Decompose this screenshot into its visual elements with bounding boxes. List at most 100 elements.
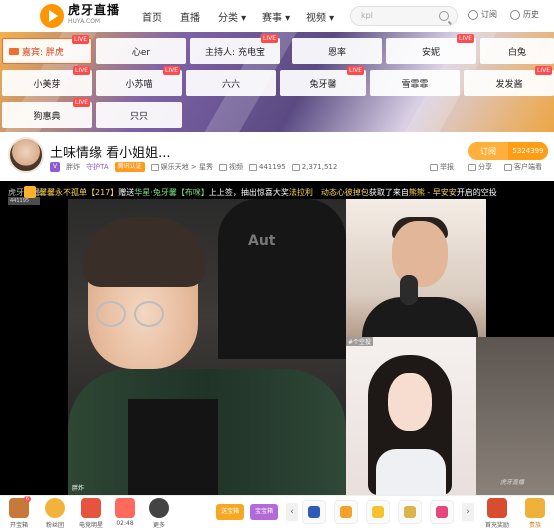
- gift-scroll-right[interactable]: ›: [462, 503, 474, 521]
- ticker-text: 华星·兔牙馨【布咪】: [134, 187, 209, 197]
- timer-label: 02:48: [116, 520, 134, 527]
- room-id-value: 441195: [258, 163, 286, 171]
- ticker-text: 上上签，抽出惊喜大奖: [208, 187, 289, 197]
- search-icon[interactable]: [439, 11, 449, 21]
- subscribe-button[interactable]: 订阅 5324399: [468, 142, 548, 160]
- category-link[interactable]: 娱乐天地 > 星秀: [150, 162, 213, 172]
- report-icon: [430, 163, 438, 171]
- channel-banner: 嘉宾: 胖虎 LIVE 心er 主持人: 充电宝 LIVE 恩率 安妮 LIVE…: [0, 32, 554, 132]
- promo-pill-1[interactable]: 送宝箱: [216, 504, 244, 520]
- ticker-text: 获取了来自: [368, 187, 409, 197]
- subscribe-button-label: 订阅: [480, 146, 496, 156]
- chip-anni[interactable]: 安妮 LIVE: [386, 34, 476, 64]
- chip-zhizhi[interactable]: 只只: [96, 102, 182, 128]
- chip-enlv[interactable]: 恩率: [292, 38, 382, 64]
- treasure-label: 开宝箱: [9, 522, 28, 529]
- guest-face: [388, 373, 432, 431]
- promo-pill-2[interactable]: 宝宝箱: [250, 504, 278, 520]
- more-button[interactable]: 更多: [144, 498, 174, 529]
- subscribe-label: 订阅: [481, 10, 497, 19]
- chip-guest[interactable]: 嘉宾: 胖虎 LIVE: [2, 35, 92, 64]
- chip-tuyaxin[interactable]: 兔牙馨 LIVE: [280, 66, 366, 96]
- gaming-chair: [218, 199, 346, 359]
- guest-face: [392, 221, 448, 287]
- category-label: 娱乐天地 > 星秀: [160, 163, 213, 171]
- subscribe-link[interactable]: 订阅: [468, 9, 497, 20]
- room-id: 441195: [248, 163, 286, 171]
- nav-events[interactable]: 赛事 ▾: [262, 9, 290, 24]
- chip-gouhuidian[interactable]: 狗惠典 LIVE: [2, 98, 92, 128]
- streamer-tag: 胖炸: [72, 485, 85, 492]
- video-player[interactable]: #个空投 虎牙直播 441195 馨馨永不孤单【217】 赠送 华星·兔牙馨【布…: [0, 181, 554, 495]
- room-meta: V 胖炸 守护TA 腾讯认证 娱乐天地 > 星秀 视频 441195 2,371…: [50, 162, 343, 172]
- report-link[interactable]: 举报: [430, 162, 454, 172]
- chip-xuefeifei[interactable]: 雪霏霏: [370, 70, 460, 96]
- gift-item[interactable]: [398, 500, 422, 524]
- logo-icon: [40, 4, 64, 28]
- main-camera-feed: [68, 199, 346, 495]
- timer-button[interactable]: 02:48: [110, 498, 140, 527]
- airdrop-label: #个空投: [346, 337, 374, 346]
- host-avatar[interactable]: [8, 137, 44, 173]
- client-link[interactable]: 客户端看: [504, 162, 542, 172]
- corner-watermark: 虎牙直播: [500, 479, 525, 486]
- chip-label: 小苏喵: [125, 79, 153, 90]
- chip-liuliu[interactable]: 六六: [186, 70, 276, 96]
- play-icon: [150, 163, 159, 171]
- logo-subtitle: HUYA.COM: [68, 18, 101, 25]
- nav-home[interactable]: 首页: [142, 9, 162, 24]
- guard-link[interactable]: 守护TA: [86, 162, 109, 172]
- gift-ticker: 馨馨永不孤单【217】 赠送 华星·兔牙馨【布咪】 上上签，抽出惊喜大奖 法拉利…: [24, 185, 554, 199]
- nav-category[interactable]: 分类 ▾: [218, 9, 246, 24]
- chip-host[interactable]: 主持人: 充电宝 LIVE: [190, 34, 280, 64]
- huya-logo[interactable]: 虎牙直播 HUYA.COM: [40, 4, 120, 28]
- video-label: 视频: [228, 163, 243, 171]
- search-placeholder: kpl: [361, 11, 373, 20]
- live-badge: LIVE: [72, 98, 90, 107]
- bottom-toolbar: 6 开宝箱 粉丝团 电竞明星 02:48 更多 送宝箱 宝宝箱 ‹ › 首充奖励…: [0, 495, 554, 530]
- ticker-text: 熊熊 - 早安安: [408, 187, 457, 197]
- history-link[interactable]: 历史: [510, 9, 539, 20]
- chip-xiner[interactable]: 心er: [96, 38, 186, 64]
- guest-camera-3: [476, 337, 554, 495]
- chip-xiaosumiao[interactable]: 小苏喵 LIVE: [96, 66, 182, 96]
- nav-videos[interactable]: 视频 ▾: [306, 9, 334, 24]
- ticker-text: 法拉利: [288, 187, 313, 197]
- gift-item[interactable]: [430, 500, 454, 524]
- video-link[interactable]: 视频: [218, 162, 243, 172]
- host-name[interactable]: 胖炸: [66, 162, 80, 172]
- popularity-value: 2,371,512: [301, 163, 338, 171]
- top-nav: 虎牙直播 HUYA.COM 首页 直播 分类 ▾ 赛事 ▾ 视频 ▾ kpl 订…: [0, 0, 554, 32]
- chip-fafajiang[interactable]: 发发酱 LIVE: [464, 66, 554, 96]
- star-button[interactable]: 电竞明星: [76, 498, 106, 529]
- chip-baitu[interactable]: 白兔: [480, 38, 554, 64]
- share-icon: [468, 163, 476, 171]
- nav-live[interactable]: 直播: [180, 9, 200, 24]
- fans-button[interactable]: 粉丝团: [40, 498, 70, 529]
- grid-icon: [149, 498, 169, 518]
- gift-item[interactable]: [334, 500, 358, 524]
- gift-scroll-left[interactable]: ‹: [286, 503, 298, 521]
- treasure-button[interactable]: 6 开宝箱: [4, 496, 34, 529]
- search-input[interactable]: kpl: [350, 6, 458, 26]
- chip-label: 只只: [129, 111, 148, 122]
- live-badge: LIVE: [162, 66, 180, 75]
- guest-body: [362, 297, 478, 337]
- desktop-icon: [504, 163, 512, 171]
- heart-icon: [468, 9, 478, 20]
- first-charge-button[interactable]: 首充奖励: [480, 498, 514, 529]
- gift-item[interactable]: [302, 500, 326, 524]
- live-badge: LIVE: [456, 34, 474, 43]
- logo-title: 虎牙直播: [68, 3, 121, 17]
- chip-xiaomeiya[interactable]: 小美芽 LIVE: [2, 66, 92, 96]
- people-icon: [291, 163, 300, 171]
- noble-button[interactable]: 贵族: [520, 498, 550, 529]
- live-badge: LIVE: [346, 66, 364, 75]
- subscribe-count: 5324399: [508, 142, 548, 160]
- live-badge: LIVE: [260, 34, 278, 43]
- ticker-text: 动态心彼掉包: [320, 187, 369, 197]
- cert-badge: 腾讯认证: [114, 162, 145, 172]
- share-link[interactable]: 分享: [468, 162, 492, 172]
- gift-item[interactable]: [366, 500, 390, 524]
- chip-label: 主持人: 充电宝: [205, 47, 265, 58]
